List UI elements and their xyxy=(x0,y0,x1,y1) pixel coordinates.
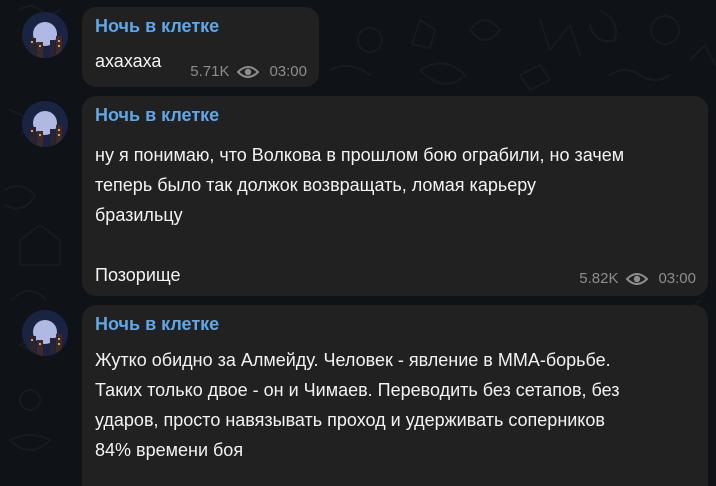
message-text-line: теперь было так должок возвращать, ломая… xyxy=(95,175,537,195)
message-text-line: 84% времени боя xyxy=(95,440,244,460)
night-city-avatar-icon xyxy=(22,101,68,147)
message-meta: 5.71K 03:00 xyxy=(190,63,307,80)
message-text-line: Таких только двое - он и Чимаев. Перевод… xyxy=(95,380,620,400)
night-city-avatar-icon xyxy=(22,12,68,58)
night-city-avatar-icon xyxy=(22,310,68,356)
message-text: ахахаха xyxy=(95,51,162,71)
view-count: 5.71K xyxy=(190,63,230,80)
message-text-line: бразильцу xyxy=(95,205,183,225)
message-time: 03:00 xyxy=(269,63,307,80)
sender-name[interactable]: Ночь в клетке xyxy=(95,314,219,335)
message-text-line: ударов, просто навязывать проход и удерж… xyxy=(95,410,605,430)
sender-name[interactable]: Ночь в клетке xyxy=(95,16,219,37)
sender-name[interactable]: Ночь в клетке xyxy=(95,105,219,126)
eye-icon xyxy=(237,65,260,78)
chat-area[interactable]: Ночь в клетке ахахаха 5.71K 03:00 Ночь в… xyxy=(0,0,716,486)
message-text-line: Жутко обидно за Алмейду. Человек - явлен… xyxy=(95,350,611,370)
message-text-line: Позорище xyxy=(95,265,181,285)
message-time: 03:00 xyxy=(658,270,696,287)
channel-avatar[interactable] xyxy=(22,310,68,356)
message-text-line: ну я понимаю, что Волкова в прошлом бою … xyxy=(95,145,625,165)
view-count: 5.82K xyxy=(579,270,619,287)
message-bubble[interactable]: Ночь в клетке ну я понимаю, что Волкова … xyxy=(82,96,708,296)
message-bubble[interactable]: Ночь в клетке ахахаха 5.71K 03:00 xyxy=(82,7,319,87)
message-bubble[interactable]: Ночь в клетке Жутко обидно за Алмейду. Ч… xyxy=(82,305,708,486)
eye-icon xyxy=(626,272,649,285)
channel-avatar[interactable] xyxy=(22,101,68,147)
channel-avatar[interactable] xyxy=(22,12,68,58)
message-meta: 5.82K 03:00 xyxy=(579,270,696,287)
